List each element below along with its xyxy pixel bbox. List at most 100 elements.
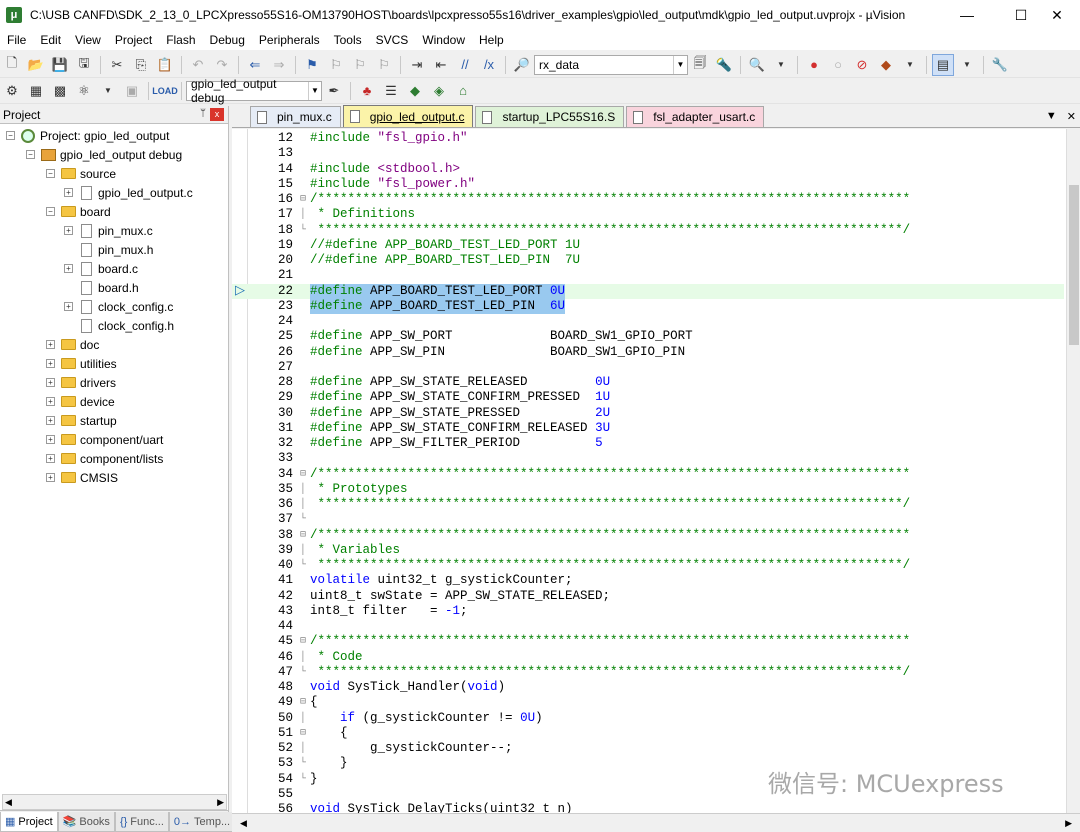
code-line[interactable]: 34 ⊟/************************************… bbox=[232, 467, 1064, 482]
code-line[interactable]: 14 #include <stdbool.h> bbox=[232, 162, 1064, 177]
chevron-down-icon[interactable]: ▼ bbox=[956, 54, 978, 76]
expand-icon[interactable]: + bbox=[64, 302, 73, 311]
nav-back-icon[interactable]: ⇐ bbox=[244, 54, 266, 76]
code-line[interactable]: 52 │ g_systickCounter--; bbox=[232, 741, 1064, 756]
cut-icon[interactable]: ✂ bbox=[106, 54, 128, 76]
tree-item[interactable]: + component/lists bbox=[46, 449, 163, 468]
collapse-icon[interactable]: − bbox=[46, 207, 55, 216]
open-folder-icon[interactable]: 📂 bbox=[25, 54, 47, 76]
code-line[interactable]: 45 ⊟/************************************… bbox=[232, 634, 1064, 649]
code-line[interactable]: 33 bbox=[232, 451, 1064, 466]
editor-tab[interactable]: gpio_led_output.c bbox=[342, 105, 474, 127]
build-icon[interactable]: ▦ bbox=[25, 80, 47, 102]
editor-tab[interactable]: startup_LPC55S16.S bbox=[475, 106, 625, 127]
code-line[interactable]: 44 bbox=[232, 619, 1064, 634]
tree-item[interactable]: − source bbox=[46, 164, 116, 183]
expand-icon[interactable]: + bbox=[46, 416, 55, 425]
tree-item[interactable]: + CMSIS bbox=[46, 468, 118, 487]
tree-item[interactable]: − Project: gpio_led_output bbox=[6, 126, 169, 145]
code-line[interactable]: 32 #define APP_SW_FILTER_PERIOD 5 bbox=[232, 436, 1064, 451]
code-line[interactable]: 39 │ * Variables bbox=[232, 543, 1064, 558]
code-line[interactable]: 49 ⊟{ bbox=[232, 695, 1064, 710]
menu-project[interactable]: Project bbox=[108, 30, 159, 50]
code-line[interactable]: 18 └ ************************************… bbox=[232, 223, 1064, 238]
expand-icon[interactable]: + bbox=[46, 435, 55, 444]
minimize-button[interactable]: — bbox=[944, 0, 990, 30]
code-line[interactable]: 40 └ ************************************… bbox=[232, 558, 1064, 573]
tree-item[interactable]: + pin_mux.c bbox=[64, 221, 153, 240]
tree-item[interactable]: − gpio_led_output debug bbox=[26, 145, 182, 164]
editor-tab[interactable]: pin_mux.c bbox=[250, 106, 341, 127]
stop-build-icon[interactable]: ▣ bbox=[121, 80, 143, 102]
menu-debug[interactable]: Debug bbox=[203, 30, 252, 50]
unindent-icon[interactable]: ⇤ bbox=[430, 54, 452, 76]
chevron-down-icon[interactable]: ▼ bbox=[770, 54, 792, 76]
target-select[interactable]: gpio_led_output debug ▼ bbox=[186, 77, 322, 105]
scrollbar-thumb[interactable] bbox=[1069, 185, 1079, 345]
menu-file[interactable]: File bbox=[0, 30, 33, 50]
fold-toggle-icon[interactable]: ⊟ bbox=[298, 634, 308, 649]
fold-toggle-icon[interactable]: ⊟ bbox=[298, 726, 308, 741]
code-line[interactable]: 16 ⊟/************************************… bbox=[232, 192, 1064, 207]
chevron-down-icon[interactable]: ▼ bbox=[899, 54, 921, 76]
next-bookmark-icon[interactable]: ⚐ bbox=[349, 54, 371, 76]
collapse-icon[interactable]: − bbox=[46, 169, 55, 178]
tree-item[interactable]: + doc bbox=[46, 335, 99, 354]
fold-toggle-icon[interactable]: ⊟ bbox=[298, 192, 308, 207]
incremental-find-icon[interactable]: 🗐 bbox=[689, 54, 711, 76]
tree-item[interactable]: + board.c bbox=[64, 259, 138, 278]
tab-list-dropdown-icon[interactable]: ▼ bbox=[1046, 110, 1057, 123]
tree-item[interactable]: + clock_config.c bbox=[64, 297, 173, 316]
pin-icon[interactable]: ᛘ bbox=[200, 108, 206, 119]
indent-icon[interactable]: ⇥ bbox=[406, 54, 428, 76]
code-line[interactable]: 21 bbox=[232, 268, 1064, 283]
prev-bookmark-icon[interactable]: ⚐ bbox=[325, 54, 347, 76]
scroll-left-icon[interactable]: ◀ bbox=[5, 797, 12, 808]
expand-icon[interactable]: + bbox=[46, 454, 55, 463]
code-line[interactable]: 12 #include "fsl_gpio.h" bbox=[232, 131, 1064, 146]
expand-icon[interactable]: + bbox=[46, 473, 55, 482]
code-line[interactable]: 25 #define APP_SW_PORT BOARD_SW1_GPIO_POR… bbox=[232, 329, 1064, 344]
expand-icon[interactable]: + bbox=[64, 264, 73, 273]
code-line[interactable]: 43 int8_t filter = -1; bbox=[232, 604, 1064, 619]
tree-item[interactable]: + startup bbox=[46, 411, 117, 430]
bookmark-icon[interactable]: ⚑ bbox=[301, 54, 323, 76]
window-layout-icon[interactable]: ▤ bbox=[932, 53, 954, 76]
menu-tools[interactable]: Tools bbox=[327, 30, 369, 50]
code-line[interactable]: 30 #define APP_SW_STATE_PRESSED 2U bbox=[232, 406, 1064, 421]
panel-tab-temp[interactable]: 0→ Temp... bbox=[168, 812, 236, 832]
download-icon[interactable]: LOAD bbox=[152, 80, 178, 102]
code-line[interactable]: 17 │ * Definitions bbox=[232, 207, 1064, 222]
code-line[interactable]: 51 ⊟ { bbox=[232, 726, 1064, 741]
collapse-icon[interactable]: − bbox=[6, 131, 15, 140]
tree-item[interactable]: + gpio_led_output.c bbox=[64, 183, 193, 202]
batch-build-icon[interactable]: ⚛ bbox=[73, 80, 95, 102]
code-line[interactable]: 22 #define APP_BOARD_TEST_LED_PORT 0U ▷ bbox=[232, 283, 1064, 299]
tree-item[interactable]: pin_mux.h bbox=[64, 240, 153, 259]
editor-vertical-scrollbar[interactable] bbox=[1066, 129, 1080, 813]
breakpoint-icon[interactable]: ● bbox=[803, 54, 825, 76]
redo-icon[interactable]: ↷ bbox=[211, 54, 233, 76]
chevron-down-icon[interactable]: ▼ bbox=[307, 81, 321, 100]
pack-installer-icon[interactable]: ⌂ bbox=[452, 80, 474, 102]
find-combo[interactable]: rx_data ▼ bbox=[534, 54, 688, 75]
code-line[interactable]: 37 └ bbox=[232, 512, 1064, 527]
code-line[interactable]: 27 bbox=[232, 360, 1064, 375]
code-line[interactable]: 42 uint8_t swState = APP_SW_STATE_RELEASE… bbox=[232, 589, 1064, 604]
kill-breakpoints-icon[interactable]: ⊘ bbox=[851, 54, 873, 76]
target-options-icon[interactable]: ✒ bbox=[323, 80, 345, 102]
menu-svcs[interactable]: SVCS bbox=[369, 30, 416, 50]
code-line[interactable]: 41 volatile uint32_t g_systickCounter; bbox=[232, 573, 1064, 588]
scroll-left-icon[interactable]: ◀ bbox=[240, 818, 247, 829]
code-line[interactable]: 46 │ * Code bbox=[232, 650, 1064, 665]
project-horizontal-scrollbar[interactable]: ◀ ▶ bbox=[2, 794, 227, 810]
save-all-icon[interactable]: 🖫 bbox=[73, 54, 95, 76]
code-line[interactable]: 29 #define APP_SW_STATE_CONFIRM_PRESSED 1… bbox=[232, 390, 1064, 405]
tree-item[interactable]: board.h bbox=[64, 278, 139, 297]
select-packs-icon[interactable]: ◈ bbox=[428, 80, 450, 102]
menu-edit[interactable]: Edit bbox=[33, 30, 68, 50]
panel-tab-project[interactable]: ▦ Project bbox=[0, 812, 58, 832]
chevron-down-icon[interactable]: ▼ bbox=[97, 80, 119, 102]
rebuild-icon[interactable]: ▩ bbox=[49, 80, 71, 102]
file-extensions-icon[interactable]: ☰ bbox=[380, 80, 402, 102]
